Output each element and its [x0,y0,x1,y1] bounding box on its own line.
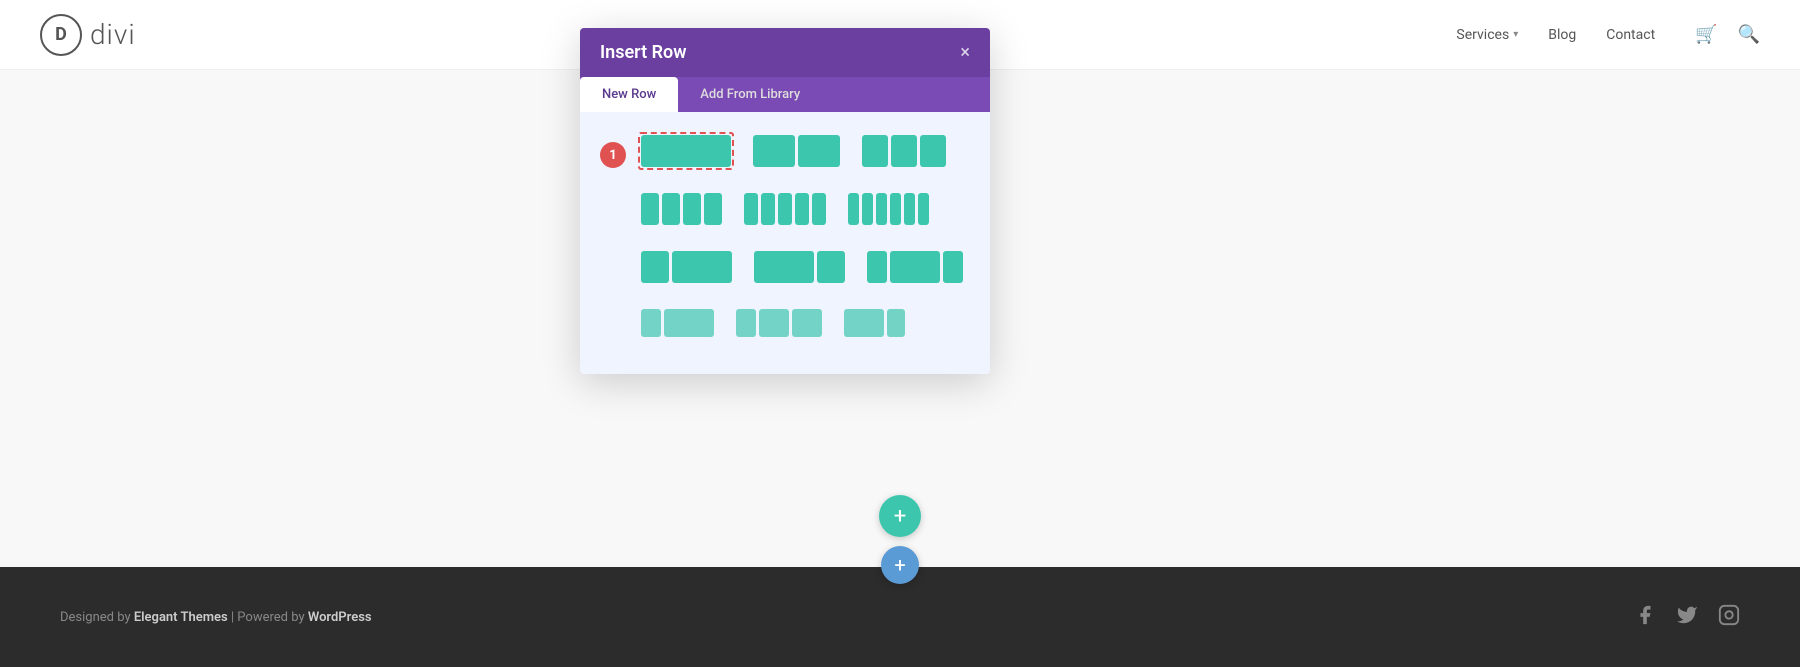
col-block [904,193,915,225]
layout-6col[interactable] [845,190,932,228]
col-block [876,193,887,225]
modal-header: Insert Row × [580,28,990,77]
layout-2col-unequal-b[interactable] [751,248,848,286]
layout-line-1 [638,132,970,170]
layout-partial2[interactable] [733,306,825,340]
layout-options-row1 [638,132,970,350]
col-block [812,193,826,225]
facebook-icon[interactable] [1634,604,1656,631]
col-block [943,251,963,283]
instagram-icon[interactable] [1718,604,1740,631]
footer-credits: Designed by Elegant Themes | Powered by … [60,610,372,625]
layout-2col[interactable] [750,132,843,170]
col-block [744,193,758,225]
col-block [887,309,905,337]
layout-5col[interactable] [741,190,829,228]
layout-2col-unequal-a[interactable] [638,248,735,286]
wordpress-link[interactable]: WordPress [308,610,372,625]
col-block [848,193,859,225]
nav-label-blog: Blog [1548,27,1576,43]
logo-icon: D [40,14,82,56]
social-links [1634,604,1740,631]
col-block [662,193,680,225]
tab-add-from-library[interactable]: Add From Library [678,77,822,112]
col-block [862,193,873,225]
insert-row-modal: Insert Row × New Row Add From Library 1 [580,28,990,374]
col-block [664,309,714,337]
nav-item-blog[interactable]: Blog [1548,27,1576,43]
modal-title: Insert Row [600,42,687,63]
layout-line-4 [638,306,970,340]
col-block [891,135,917,167]
logo-text: divi [90,18,136,51]
col-block [920,135,946,167]
nav-item-services[interactable]: Services ▾ [1456,27,1518,43]
layout-1col[interactable] [638,132,734,170]
col-block [759,309,789,337]
add-section-button[interactable]: + [881,546,919,584]
col-block [778,193,792,225]
layout-3col-unequal[interactable] [864,248,966,286]
col-block [641,193,659,225]
col-block [867,251,887,283]
col-block [736,309,756,337]
row-badge: 1 [600,142,626,168]
col-block [672,251,732,283]
col-block [795,193,809,225]
add-row-button[interactable]: + [879,495,921,537]
col-block [890,193,901,225]
cart-icon[interactable]: 🛒 [1695,24,1717,45]
nav-icons: 🛒 🔍 [1695,24,1760,45]
tab-new-row[interactable]: New Row [580,77,678,112]
main-nav: Services ▾ Blog Contact 🛒 🔍 [1456,24,1760,45]
modal-body: 1 [580,112,990,374]
col-block [918,193,929,225]
col-block [753,135,795,167]
col-block [862,135,888,167]
col-block [754,251,814,283]
col-block [798,135,840,167]
col-block [817,251,845,283]
layout-line-3 [638,248,970,286]
twitter-icon[interactable] [1676,604,1698,631]
nav-item-contact[interactable]: Contact [1606,27,1655,43]
col-block [641,309,661,337]
col-block [641,251,669,283]
layout-partial3[interactable] [841,306,908,340]
layout-4col[interactable] [638,190,725,228]
layout-row-1: 1 [600,132,970,350]
chevron-down-icon: ▾ [1513,29,1518,40]
layout-3col[interactable] [859,132,949,170]
search-icon[interactable]: 🔍 [1738,24,1760,45]
layout-partial[interactable] [638,306,717,340]
col-block [761,193,775,225]
nav-label-contact: Contact [1606,27,1655,43]
modal-close-button[interactable]: × [960,42,970,63]
col-block [844,309,884,337]
col-block [890,251,940,283]
col-block [683,193,701,225]
modal-tabs: New Row Add From Library [580,77,990,112]
col-block [704,193,722,225]
elegant-themes-link[interactable]: Elegant Themes [134,610,228,625]
col-block [641,135,731,167]
nav-label-services: Services [1456,27,1509,43]
layout-line-2 [638,190,970,228]
col-block [792,309,822,337]
